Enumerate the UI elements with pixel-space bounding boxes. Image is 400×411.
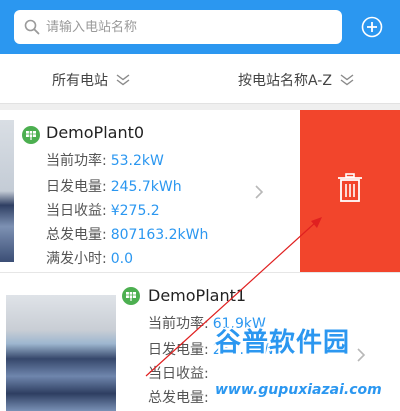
watermark-brand: 谷普软件园 xyxy=(215,328,351,358)
watermark-url: www.gupuxiazai.com xyxy=(215,382,382,398)
watermark: 谷普软件园 www.gupuxiazai.com xyxy=(215,322,400,411)
